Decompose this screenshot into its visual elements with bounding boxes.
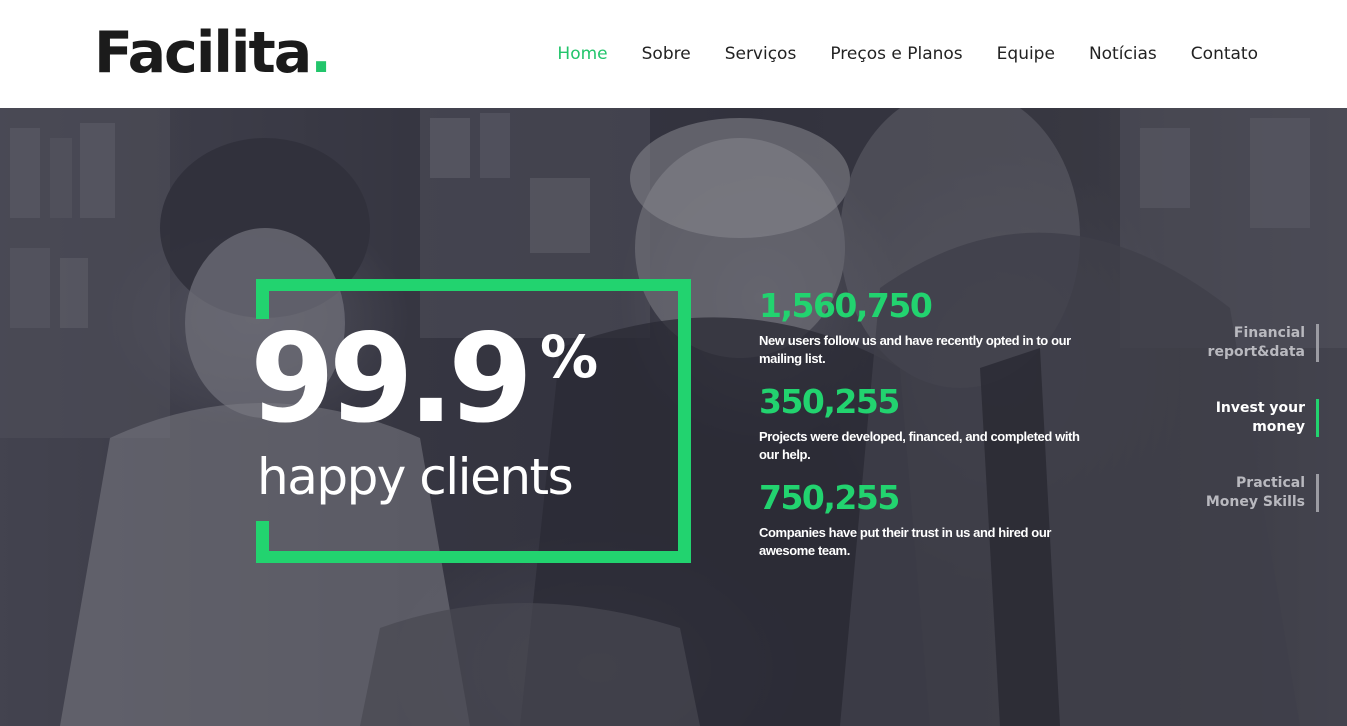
logo[interactable]: Facilita.: [94, 20, 332, 86]
frame-right: [678, 279, 691, 563]
side-menu-item-label: Practical Money Skills: [1205, 475, 1305, 510]
side-menu: Financial report&data Invest your money …: [1159, 324, 1319, 549]
side-menu-item-label: Financial report&data: [1207, 325, 1305, 360]
stats-list: 1,560,750 New users follow us and have r…: [759, 286, 1119, 574]
site-header: Facilita. Home Sobre Serviços Preços e P…: [0, 0, 1347, 108]
stat-number: 750,255: [759, 478, 900, 517]
nav-item-sobre[interactable]: Sobre: [642, 44, 691, 64]
stat-item: 1,560,750 New users follow us and have r…: [759, 286, 1119, 382]
frame-bottom-left: [256, 521, 269, 563]
big-stat-label: happy clients: [257, 448, 574, 506]
side-menu-item-practical-money-skills[interactable]: Practical Money Skills: [1159, 474, 1319, 549]
nav-item-precos-e-planos[interactable]: Preços e Planos: [830, 44, 962, 64]
frame-top: [256, 279, 691, 291]
stat-description: Projects were developed, financed, and c…: [759, 429, 1080, 462]
stat-item: 750,255 Companies have put their trust i…: [759, 478, 1119, 574]
nav-item-home[interactable]: Home: [557, 44, 607, 64]
stat-description: New users follow us and have recently op…: [759, 333, 1071, 366]
hero-section: 99.9 % happy clients 1,560,750 New users…: [0, 108, 1347, 726]
side-menu-item-financial-report[interactable]: Financial report&data: [1159, 324, 1319, 399]
side-menu-item-label: Invest your money: [1215, 400, 1305, 435]
happy-clients-stat: 99.9 % happy clients: [250, 279, 691, 563]
stat-item: 350,255 Projects were developed, finance…: [759, 382, 1119, 478]
main-nav: Home Sobre Serviços Preços e Planos Equi…: [557, 44, 1258, 64]
nav-item-equipe[interactable]: Equipe: [997, 44, 1055, 64]
stat-number: 1,560,750: [759, 286, 933, 325]
logo-text: Facilita: [94, 20, 312, 86]
nav-item-contato[interactable]: Contato: [1191, 44, 1258, 64]
side-menu-indicator: [1316, 324, 1319, 362]
stat-number: 350,255: [759, 382, 900, 421]
big-stat-unit: %: [540, 323, 599, 391]
big-stat-number: 99.9: [250, 308, 533, 450]
side-menu-item-invest-your-money[interactable]: Invest your money: [1159, 399, 1319, 474]
side-menu-indicator: [1316, 399, 1319, 437]
stat-description: Companies have put their trust in us and…: [759, 525, 1052, 558]
nav-item-noticias[interactable]: Notícias: [1089, 44, 1157, 64]
frame-bottom: [256, 551, 691, 563]
logo-dot: .: [310, 20, 332, 86]
side-menu-indicator: [1316, 474, 1319, 512]
nav-item-servicos[interactable]: Serviços: [725, 44, 797, 64]
